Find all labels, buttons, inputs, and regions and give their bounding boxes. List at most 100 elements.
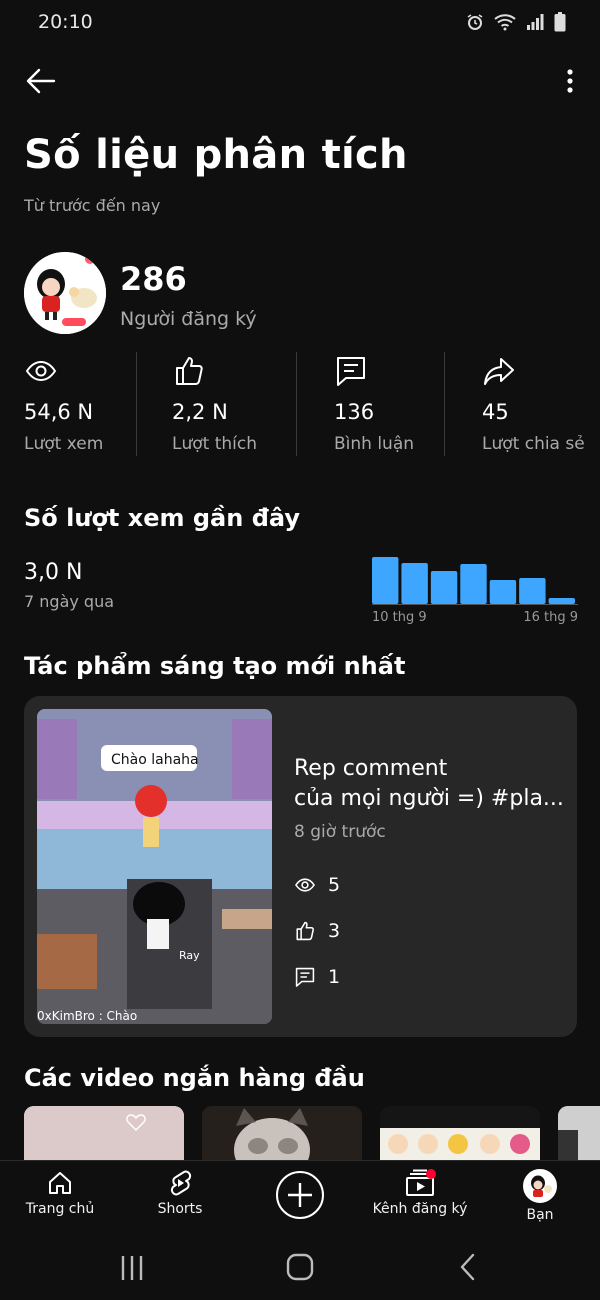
- back-button[interactable]: [24, 64, 58, 98]
- short-thumbnail[interactable]: [202, 1106, 362, 1162]
- stat-shares-label: Lượt chia sẻ: [482, 434, 585, 454]
- top-shorts-title: Các video ngắn hàng đầu: [24, 1064, 365, 1092]
- notification-dot: [426, 1169, 436, 1179]
- battery-icon: [554, 12, 566, 32]
- video-views-metric: 5: [294, 874, 340, 896]
- subscriber-label: Người đăng ký: [120, 308, 257, 330]
- back-system-button[interactable]: [448, 1250, 488, 1286]
- top-app-bar: [0, 58, 600, 104]
- subscriber-count: 286: [120, 260, 187, 298]
- create-button[interactable]: [276, 1171, 324, 1219]
- short-thumb-art: [24, 1106, 184, 1162]
- stat-views[interactable]: 54,6 N Lượt xem: [24, 352, 132, 456]
- chart-bar: [372, 557, 399, 604]
- thumb-name-tag: Ray: [179, 949, 200, 962]
- recent-apps-button[interactable]: [112, 1250, 152, 1286]
- short-thumbnail[interactable]: [558, 1106, 600, 1162]
- page-subtitle: Từ trước đến nay: [24, 196, 161, 215]
- signal-icon: [527, 14, 544, 30]
- chart-tick-label: 10 thg 9: [372, 610, 427, 625]
- recent-views-chart[interactable]: 10 thg 9 16 thg 9: [370, 548, 580, 628]
- chart-bar: [430, 571, 458, 604]
- page-title: Số liệu phân tích: [24, 132, 408, 178]
- chart-bar: [401, 563, 428, 604]
- video-comments-value: 1: [328, 966, 341, 988]
- share-icon: [484, 358, 514, 385]
- wifi-icon: [494, 14, 516, 31]
- chevron-left-icon: [460, 1253, 475, 1281]
- video-thumbnail[interactable]: Chào lahaha Ray 0xKimBro : Chào: [37, 709, 272, 1024]
- stat-shares-value: 45: [482, 400, 509, 424]
- status-icons: [466, 12, 566, 32]
- shorts-icon: [170, 1170, 192, 1196]
- stat-likes-value: 2,2 N: [172, 400, 228, 424]
- stat-comments-label: Bình luận: [334, 434, 415, 454]
- latest-video-card[interactable]: Chào lahaha Ray 0xKimBro : Chào Rep comm…: [24, 696, 577, 1037]
- home-square-icon: [286, 1253, 314, 1281]
- video-likes-value: 3: [328, 920, 341, 942]
- bottom-navigation: Trang chủ Shorts Kênh đăng ký Bạn: [0, 1160, 600, 1236]
- thumb-caption: 0xKimBro : Chào: [37, 1009, 137, 1023]
- short-thumb-art: [558, 1106, 600, 1162]
- stat-comments[interactable]: 136 Bình luận: [334, 352, 434, 456]
- comment-icon: [295, 967, 315, 987]
- stat-views-value: 54,6 N: [24, 400, 94, 424]
- latest-title: Tác phẩm sáng tạo mới nhất: [24, 652, 406, 680]
- arrow-left-icon: [26, 68, 56, 94]
- more-vertical-icon: [567, 69, 573, 93]
- nav-you[interactable]: Bạn: [480, 1169, 600, 1233]
- short-thumb-art: [380, 1106, 540, 1162]
- nav-subscriptions-label: Kênh đăng ký: [372, 1201, 468, 1217]
- nav-shorts[interactable]: Shorts: [120, 1169, 240, 1233]
- home-system-button[interactable]: [280, 1250, 320, 1286]
- chart-bar: [519, 578, 546, 604]
- avatar-icon: [523, 1169, 557, 1203]
- stat-likes-label: Lượt thích: [172, 434, 257, 454]
- thumbs-up-icon: [176, 357, 203, 385]
- channel-avatar[interactable]: [24, 252, 106, 334]
- recent-views-value: 3,0 N: [24, 560, 83, 585]
- subscriptions-icon: [406, 1169, 436, 1196]
- top-shorts-carousel[interactable]: [24, 1106, 600, 1162]
- chart-bar: [489, 580, 517, 604]
- channel-summary: 286 Người đăng ký: [24, 252, 584, 336]
- chart-bar: [548, 598, 575, 604]
- stat-likes[interactable]: 2,2 N Lượt thích: [172, 352, 290, 456]
- comment-icon: [337, 357, 365, 386]
- avatar-illustration: [24, 252, 106, 334]
- chart-tick-label: 16 thg 9: [523, 610, 578, 625]
- recent-views-period: 7 ngày qua: [24, 592, 115, 611]
- stat-divider: [296, 352, 297, 456]
- nav-you-label: Bạn: [526, 1207, 554, 1223]
- alarm-icon: [467, 14, 483, 30]
- home-icon: [49, 1172, 71, 1194]
- nav-home-label: Trang chủ: [25, 1201, 95, 1217]
- recent-views-title: Số lượt xem gần đây: [24, 504, 300, 532]
- thumbs-up-icon: [296, 921, 314, 941]
- short-thumbnail[interactable]: [380, 1106, 540, 1162]
- eye-icon: [25, 360, 57, 382]
- video-comments-metric: 1: [294, 966, 340, 988]
- video-title[interactable]: Rep comment của mọi người =) #pla...: [294, 754, 564, 814]
- eye-icon: [295, 878, 315, 892]
- status-time: 20:10: [38, 11, 93, 33]
- stat-shares[interactable]: 45 Lượt chia sẻ: [482, 352, 590, 456]
- nav-subscriptions[interactable]: Kênh đăng ký: [360, 1169, 480, 1233]
- stat-divider: [136, 352, 137, 456]
- thumbnail-scene: Chào lahaha Ray 0xKimBro : Chào: [37, 709, 272, 1024]
- stat-views-label: Lượt xem: [24, 434, 104, 454]
- short-thumbnail[interactable]: [24, 1106, 184, 1162]
- short-thumb-art: [202, 1106, 362, 1162]
- stat-comments-value: 136: [334, 400, 375, 424]
- system-navigation-bar: [0, 1236, 600, 1300]
- chart-bar: [460, 564, 487, 604]
- more-options-button[interactable]: [558, 64, 582, 98]
- recent-apps-icon: [121, 1256, 143, 1280]
- plus-icon: [288, 1183, 312, 1207]
- nav-shorts-label: Shorts: [157, 1201, 203, 1217]
- video-title-line2: của mọi người =) #pla...: [294, 786, 564, 811]
- status-bar: 20:10: [0, 0, 600, 44]
- video-published-time: 8 giờ trước: [294, 822, 386, 842]
- nav-home[interactable]: Trang chủ: [0, 1169, 120, 1233]
- stat-divider: [444, 352, 445, 456]
